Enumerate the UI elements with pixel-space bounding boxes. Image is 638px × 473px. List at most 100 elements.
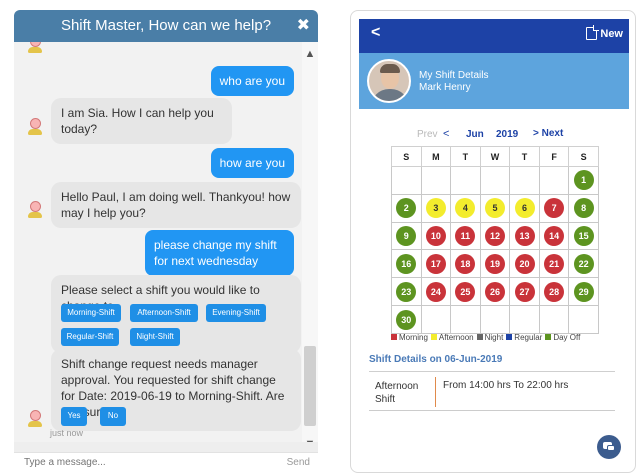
app-toolbar: < New [359, 19, 629, 53]
calendar-cell: 27 [509, 277, 540, 307]
confirm-no-button[interactable]: No [100, 407, 126, 426]
calendar-day-15[interactable]: 15 [573, 226, 594, 247]
calendar-day-7[interactable]: 7 [544, 198, 565, 219]
calendar-day-18[interactable]: 18 [455, 253, 476, 274]
shift-details-title: Shift Details on 06-Jun-2019 [369, 354, 503, 365]
calendar-day-13[interactable]: 13 [514, 226, 535, 247]
legend-label: Morning [399, 333, 428, 342]
legend-item-regular: Regular [506, 333, 542, 342]
scrollbar-thumb[interactable] [304, 346, 316, 426]
calendar-cell: 22 [568, 249, 599, 279]
calendar-day-25[interactable]: 25 [455, 281, 476, 302]
calendar-day-6[interactable]: 6 [514, 198, 535, 219]
calendar-cell [450, 305, 481, 334]
shift-option-afternoon[interactable]: Afternoon-Shift [130, 304, 198, 322]
chat-scrollbar[interactable]: ▲ ▼ [302, 42, 318, 442]
user-message: who are you [210, 66, 294, 96]
chevron-left-icon[interactable]: < [443, 128, 449, 140]
next-month-button[interactable]: > Next [533, 128, 563, 139]
calendar-cell: 29 [568, 277, 599, 307]
calendar-cell: 5 [479, 193, 511, 223]
calendar-day-5[interactable]: 5 [484, 198, 505, 219]
calendar-day-10[interactable]: 10 [425, 226, 446, 247]
legend-label: Afternoon [438, 333, 474, 342]
calendar-cell [391, 166, 422, 195]
chat-window: Shift Master, How can we help? ✖ who are… [14, 10, 318, 473]
chevron-up-icon[interactable]: ▲ [302, 46, 318, 62]
profile-title: My Shift Details [419, 70, 489, 81]
send-button[interactable]: Send [287, 457, 310, 468]
calendar-day-12[interactable]: 12 [484, 226, 505, 247]
calendar-day-26[interactable]: 26 [484, 281, 505, 302]
bot-avatar-icon [28, 42, 42, 54]
calendar-cell: 28 [538, 277, 570, 307]
calendar-cell [450, 166, 481, 195]
bot-avatar-icon [28, 410, 42, 428]
calendar-day-8[interactable]: 8 [573, 198, 594, 219]
calendar-day-1[interactable]: 1 [573, 170, 594, 191]
calendar-cell: 1 [568, 166, 599, 195]
weekday-label: F [538, 146, 570, 167]
bot-avatar-icon [28, 118, 42, 136]
chevron-down-icon[interactable]: ▼ [302, 436, 318, 442]
bot-message-text: Shift change request needs manager appro… [61, 357, 285, 419]
calendar-week-row: 23 24 25 26 27 28 29 [391, 277, 599, 307]
chat-title: Shift Master, How can we help? [60, 17, 272, 34]
calendar-day-28[interactable]: 28 [544, 281, 565, 302]
calendar-day-24[interactable]: 24 [425, 281, 446, 302]
calendar-day-21[interactable]: 21 [544, 253, 565, 274]
calendar-cell: 17 [420, 249, 452, 279]
calendar-day-16[interactable]: 16 [396, 253, 417, 274]
calendar-cell: 21 [538, 249, 570, 279]
calendar-day-14[interactable]: 14 [544, 226, 565, 247]
legend-item-day-off: Day Off [545, 333, 580, 342]
calendar-cell [538, 305, 570, 334]
message-timestamp: just now [50, 428, 84, 438]
calendar-cell [479, 166, 511, 195]
shift-option-evening[interactable]: Evening-Shift [206, 304, 266, 322]
profile-banner: My Shift Details Mark Henry [359, 53, 629, 109]
calendar-day-29[interactable]: 29 [573, 281, 594, 302]
calendar-cell: 6 [509, 193, 540, 223]
back-icon[interactable]: < [371, 24, 380, 42]
shift-option-morning[interactable]: Morning-Shift [61, 304, 121, 322]
calendar-cell: 8 [568, 193, 599, 223]
calendar-day-3[interactable]: 3 [425, 198, 446, 219]
user-message: how are you [210, 148, 294, 178]
calendar-day-20[interactable]: 20 [514, 253, 535, 274]
calendar-week-row: 2345678 [391, 193, 599, 223]
calendar-cell [538, 166, 570, 195]
new-document-icon[interactable] [586, 25, 599, 40]
legend-swatch [476, 334, 483, 340]
calendar-day-30[interactable]: 30 [396, 309, 417, 330]
calendar-day-23[interactable]: 23 [396, 281, 417, 302]
calendar-day-2[interactable]: 2 [396, 198, 417, 219]
calendar-day-27[interactable]: 27 [514, 281, 535, 302]
bot-confirm-message: Shift change request needs manager appro… [51, 349, 301, 431]
chat-fab-button[interactable] [597, 435, 621, 459]
calendar-day-17[interactable]: 17 [425, 253, 446, 274]
calendar-cell: 10 [420, 221, 452, 251]
shift-app: < New My Shift Details Mark Henry Prev <… [350, 10, 636, 473]
calendar-cell: 14 [538, 221, 570, 251]
calendar-cell: 18 [450, 249, 481, 279]
calendar-cell: 30 [391, 305, 422, 334]
confirm-yes-button[interactable]: Yes [61, 407, 87, 426]
calendar-day-19[interactable]: 19 [484, 253, 505, 274]
calendar-cell: 11 [450, 221, 481, 251]
calendar-day-22[interactable]: 22 [573, 253, 594, 274]
calendar-day-4[interactable]: 4 [455, 198, 476, 219]
calendar-cell: 25 [450, 277, 481, 307]
calendar-cell [509, 166, 540, 195]
shift-option-regular[interactable]: Regular-Shift [61, 328, 119, 346]
prev-month-label[interactable]: Prev [417, 129, 438, 140]
calendar-day-11[interactable]: 11 [455, 226, 476, 247]
shift-option-night[interactable]: Night-Shift [130, 328, 180, 346]
close-icon[interactable]: ✖ [297, 10, 310, 42]
shift-detail-row[interactable]: Afternoon Shift From 14:00 hrs To 22:00 … [369, 375, 615, 411]
new-button[interactable]: New [600, 28, 623, 40]
calendar-day-9[interactable]: 9 [396, 226, 417, 247]
message-input[interactable] [24, 457, 224, 468]
calendar-legend: Morning Afternoon Night Regular Day Off [391, 333, 631, 342]
legend-label: Day Off [553, 333, 581, 342]
